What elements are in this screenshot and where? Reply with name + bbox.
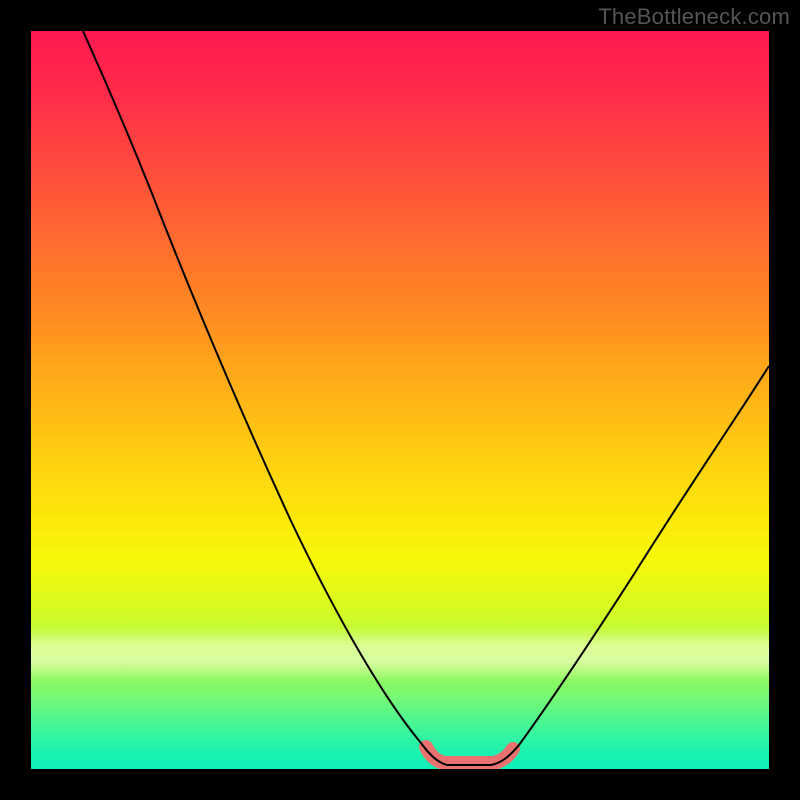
chart-frame: TheBottleneck.com xyxy=(0,0,800,800)
left-curve xyxy=(83,31,447,765)
curve-layer xyxy=(31,31,769,769)
right-curve xyxy=(491,366,769,765)
watermark-text: TheBottleneck.com xyxy=(598,4,790,30)
plot-area xyxy=(31,31,769,769)
